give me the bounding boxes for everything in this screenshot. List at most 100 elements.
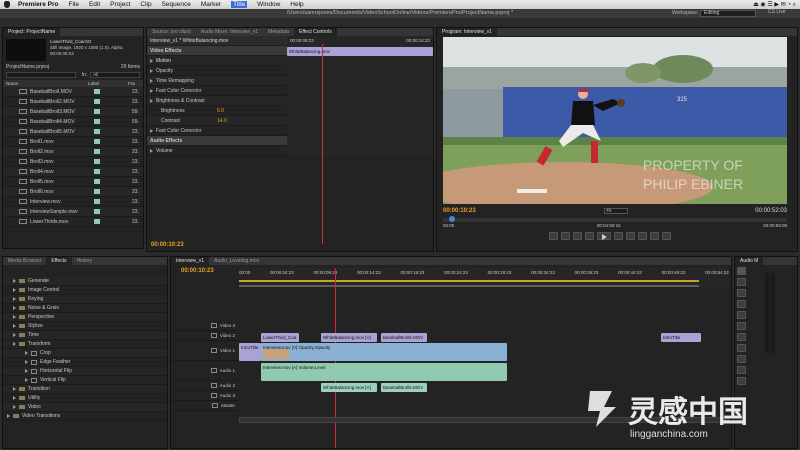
timeline-ruler[interactable]: 00:00 00:00:04:23 00:00:09:23 00:00:14:23 00… (239, 268, 729, 288)
ec-clip-bar[interactable]: WhiteBalancing.mov (287, 47, 433, 56)
menu-marker[interactable]: Marker (201, 1, 221, 8)
project-item[interactable]: LowerThirds.mov 23. (3, 217, 143, 227)
project-item[interactable]: Interview.mov 23. (3, 197, 143, 207)
clip-introtitle[interactable]: IntroTitle (661, 333, 701, 342)
speaker-icon[interactable] (210, 393, 217, 398)
track-header[interactable]: Audio 2 (171, 381, 239, 391)
col-label[interactable]: Label (88, 80, 128, 87)
project-item[interactable]: InterviewSample.mov 23. (3, 207, 143, 217)
slide-tool-icon[interactable] (737, 344, 746, 352)
tab-audio-master[interactable]: Audio M (735, 257, 764, 265)
ec-fcc[interactable]: Fast Color Corrector (156, 88, 201, 94)
zoom-tool-icon[interactable] (737, 377, 746, 385)
effects-folder[interactable]: Generate (3, 277, 167, 286)
ec-playhead[interactable] (322, 44, 323, 244)
menu-clip[interactable]: Clip (140, 1, 151, 8)
tab-history[interactable]: History (72, 257, 98, 265)
effect-item[interactable]: Vertical Flip (3, 376, 167, 385)
project-item[interactable]: Broll1.mov 23. (3, 137, 143, 147)
effects-folder[interactable]: Image Control (3, 286, 167, 295)
track-header[interactable]: Video 2 (171, 331, 239, 341)
speaker-icon[interactable] (212, 403, 219, 408)
effects-folder[interactable]: Time (3, 331, 167, 340)
tab-project[interactable]: Project: ProjectName (3, 28, 61, 36)
apple-icon[interactable] (4, 1, 10, 8)
menu-file[interactable]: File (68, 1, 78, 8)
mark-out-button[interactable] (561, 232, 570, 240)
timeline-tc[interactable]: 00:00:10:23 (181, 268, 214, 274)
clip-whitebalancing-a[interactable]: WhiteBalancing.mov [A] (321, 383, 377, 392)
project-item[interactable]: Broll5.mov 23. (3, 177, 143, 187)
step-back-button[interactable] (585, 232, 594, 240)
track-header[interactable]: Master (171, 401, 239, 411)
effect-item[interactable]: Crop (3, 349, 167, 358)
app-menu[interactable]: Premiere Pro (18, 1, 58, 8)
clip-lowerthird[interactable]: LowerThird_Coa (261, 333, 299, 342)
razor-tool-icon[interactable] (737, 322, 746, 330)
speaker-icon[interactable] (210, 383, 217, 388)
tab-media-browser[interactable]: Media Browser (3, 257, 46, 265)
eye-icon[interactable] (210, 348, 217, 353)
effect-item[interactable]: Horizontal Flip (3, 367, 167, 376)
ec-contrast-value[interactable]: 14.0 (217, 118, 227, 124)
track-header[interactable]: Video 3 (171, 321, 239, 331)
rolling-edit-tool-icon[interactable] (737, 300, 746, 308)
tab-metadata[interactable]: Metadata (263, 28, 294, 36)
search-input[interactable] (6, 72, 76, 78)
speaker-icon[interactable] (210, 368, 217, 373)
play-button[interactable] (597, 232, 611, 240)
pen-tool-icon[interactable] (737, 355, 746, 363)
menu-sequence[interactable]: Sequence (162, 1, 191, 8)
step-forward-button[interactable] (614, 232, 623, 240)
ec-opacity[interactable]: Opacity (156, 68, 173, 74)
effects-folder[interactable]: Stylize (3, 322, 167, 331)
ripple-edit-tool-icon[interactable] (737, 289, 746, 297)
program-tc-current[interactable]: 00:00:10:23 (443, 208, 476, 214)
clip-interview-v[interactable]: Interview.mov [V] Opacity:Opacity (261, 343, 507, 361)
ec-volume[interactable]: Volume (156, 148, 173, 154)
extract-button[interactable] (650, 232, 659, 240)
project-item[interactable]: BaseballBroll5.MOV 23. (3, 127, 143, 137)
col-name[interactable]: Name (6, 80, 88, 87)
tab-effects[interactable]: Effects (46, 257, 72, 265)
workspace-select[interactable]: Editing (700, 10, 756, 17)
clip-interview-a[interactable]: Interview.mov [A] Volume:Level (261, 363, 507, 381)
menu-project[interactable]: Project (110, 1, 130, 8)
ec-brightness-value[interactable]: 5.0 (217, 108, 224, 114)
col-rate[interactable]: Fra (128, 80, 135, 87)
project-item[interactable]: Broll6.mov 23. (3, 187, 143, 197)
in-select[interactable]: All (90, 72, 140, 78)
tab-audio-mixer[interactable]: Audio Mixer: Interview_v1 (196, 28, 263, 36)
slip-tool-icon[interactable] (737, 333, 746, 341)
project-item[interactable]: BaseballBroll4.MOV 59. (3, 117, 143, 127)
effects-folder[interactable]: Transition (3, 385, 167, 394)
go-to-out-button[interactable] (626, 232, 635, 240)
lift-button[interactable] (638, 232, 647, 240)
effects-folder[interactable]: Keying (3, 295, 167, 304)
hand-tool-icon[interactable] (737, 366, 746, 374)
effect-item[interactable]: Edge Feather (3, 358, 167, 367)
rate-stretch-tool-icon[interactable] (737, 311, 746, 319)
ec-bc[interactable]: Brightness & Contrast (156, 98, 205, 104)
ec-time-remap[interactable]: Time Remapping (156, 78, 194, 84)
tab-sequence[interactable]: Interview_v1 (171, 257, 210, 265)
tab-program[interactable]: Program: Interview_v1 (437, 28, 498, 36)
project-item[interactable]: BaseballBroll.MOV 23. (3, 87, 143, 97)
track-select-tool-icon[interactable] (737, 278, 746, 286)
menu-window[interactable]: Window (257, 1, 280, 8)
effects-folder[interactable]: Perspective (3, 313, 167, 322)
track-header[interactable]: Audio 3 (171, 391, 239, 401)
eye-icon[interactable] (210, 333, 217, 338)
mark-in-button[interactable] (549, 232, 558, 240)
effects-folder[interactable]: Transform (3, 340, 167, 349)
clip-introtitle-v1[interactable]: IntroTitle (239, 343, 261, 361)
project-item[interactable]: Broll3.mov 23. (3, 157, 143, 167)
effects-folder[interactable]: Video (3, 403, 167, 412)
track-header[interactable]: Audio 1 (171, 361, 239, 381)
clip-baseball-a[interactable]: BaseballBroll5.MOV (381, 383, 427, 392)
track-header[interactable]: Video 1 (171, 341, 239, 361)
clip-whitebalancing-v[interactable]: WhiteBalancing.mov [V] (321, 333, 377, 342)
ec-bottom-tc[interactable]: 00:00:10:23 (151, 242, 184, 248)
effects-folder[interactable]: Utility (3, 394, 167, 403)
menu-help[interactable]: Help (290, 1, 303, 8)
